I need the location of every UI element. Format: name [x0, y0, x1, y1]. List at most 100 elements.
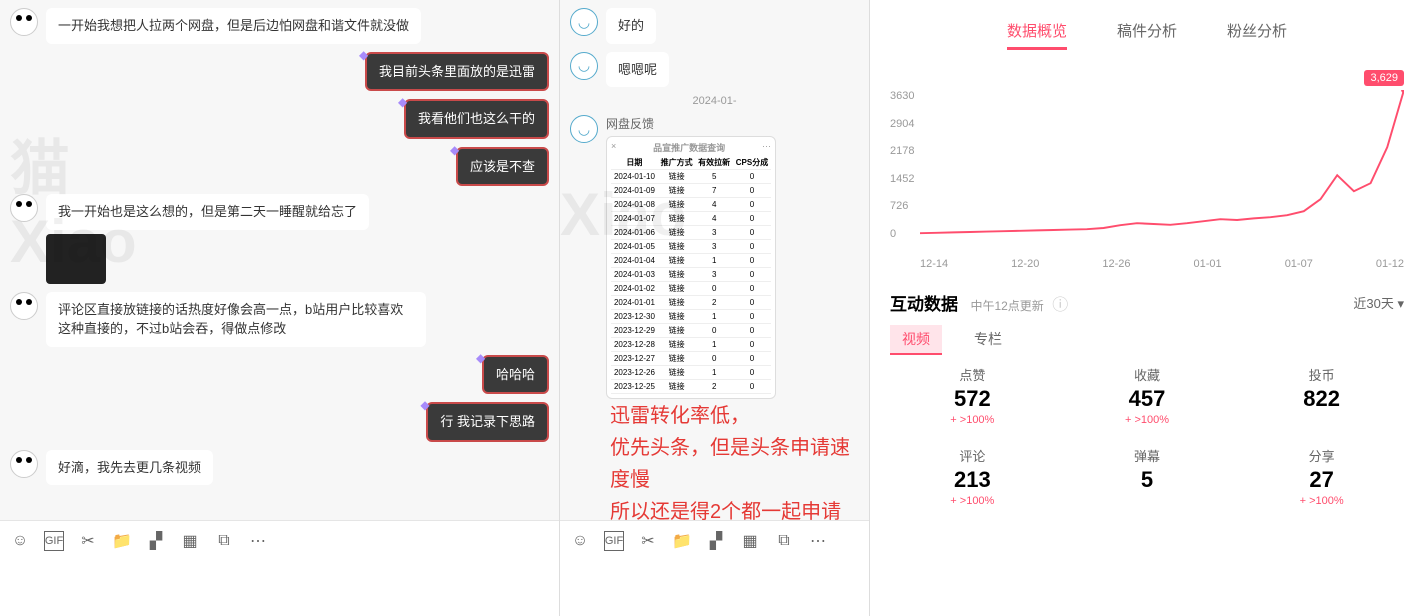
message-bubble: 好滴，我先去更几条视频 [46, 450, 213, 486]
avatar[interactable] [10, 292, 38, 320]
message-row: 我目前头条里面放的是迅雷◆ [10, 52, 549, 92]
message-row: 我看他们也这么干的◆ [10, 99, 549, 139]
period-selector[interactable]: 近30天 ▾ [1353, 293, 1404, 312]
stat-delta [1065, 495, 1230, 507]
emoji-icon[interactable]: ☺ [10, 531, 30, 551]
stat-label: 点赞 [890, 365, 1055, 384]
gif-icon[interactable]: GIF [604, 531, 624, 551]
section-header: 互动数据 中午12点更新 ⓘ 近30天 ▾ [890, 290, 1404, 315]
chat-body-2[interactable]: Xiao ◡ 好的 ◡ 嗯嗯呢 2024-01- ◡ 网盘反馈 ×品宣推广数据查… [560, 0, 869, 520]
message-bubble: 我看他们也这么干的◆ [404, 99, 549, 139]
message-bubble: 应该是不查◆ [456, 147, 549, 187]
table-row: 2024-01-10链接50 [611, 170, 771, 184]
stat-delta [1239, 414, 1404, 426]
chart-svg [920, 90, 1404, 235]
table-row: 2023-12-28链接10 [611, 338, 771, 352]
tab-data-overview[interactable]: 数据概览 [1007, 20, 1067, 50]
image-icon[interactable]: ▦ [740, 531, 760, 551]
data-table-card[interactable]: ×品宣推广数据查询··· 日期推广方式有效拉新CPS分成 2024-01-10链… [606, 136, 776, 399]
table-title: 品宣推广数据查询 [653, 141, 725, 154]
stat-item: 收藏457+ >100% [1065, 365, 1230, 426]
stat-item: 评论213+ >100% [890, 446, 1055, 507]
folder-icon[interactable]: 📁 [112, 531, 132, 551]
image-icon[interactable]: ▦ [180, 531, 200, 551]
info-icon[interactable]: ⓘ [1052, 297, 1068, 314]
table-row: 2024-01-03链接30 [611, 268, 771, 282]
message-bubble: 一开始我想把人拉两个网盘，但是后边怕网盘和谐文件就没做 [46, 8, 421, 44]
chat-panel-1: 猫Xiao 一开始我想把人拉两个网盘，但是后边怕网盘和谐文件就没做我目前头条里面… [0, 0, 560, 616]
subtab-column[interactable]: 专栏 [962, 325, 1014, 355]
line-chart[interactable]: 3,629 36302904217814527260 12-1412-2012-… [890, 70, 1404, 270]
tab-content-analysis[interactable]: 稿件分析 [1117, 20, 1177, 50]
chat-input-area-2[interactable] [560, 560, 869, 616]
table-row: 2023-12-27链接00 [611, 352, 771, 366]
message-image[interactable] [46, 234, 106, 284]
stat-value: 27 [1239, 467, 1404, 493]
chat-toolbar-2: ☺ GIF ✂ 📁 ▞ ▦ ⧉ ⋯ [560, 520, 869, 560]
message-row: 评论区直接放链接的话热度好像会高一点，b站用户比较喜欢这种直接的，不过b站会吞，… [10, 292, 549, 347]
stat-label: 收藏 [1065, 365, 1230, 384]
sticker-icon[interactable]: ▞ [706, 531, 726, 551]
table-row: 2024-01-07链接40 [611, 212, 771, 226]
section-title: 互动数据 [890, 295, 958, 314]
chat-toolbar-1: ☺ GIF ✂ 📁 ▞ ▦ ⧉ ⋯ [0, 520, 559, 560]
stat-label: 分享 [1239, 446, 1404, 465]
more-icon[interactable]: ··· [762, 141, 771, 156]
stat-label: 投币 [1239, 365, 1404, 384]
message-row: ◡ 网盘反馈 ×品宣推广数据查询··· 日期推广方式有效拉新CPS分成 2024… [570, 115, 859, 399]
stat-value: 5 [1065, 467, 1230, 493]
stat-delta: + >100% [890, 414, 1055, 426]
screenshot-icon[interactable]: ⧉ [774, 531, 794, 551]
table-row: 2024-01-04链接10 [611, 254, 771, 268]
close-icon[interactable]: × [611, 141, 616, 156]
table-header: CPS分成 [733, 156, 771, 170]
avatar[interactable]: ◡ [570, 52, 598, 80]
avatar[interactable]: ◡ [570, 115, 598, 143]
scissors-icon[interactable]: ✂ [638, 531, 658, 551]
subtab-video[interactable]: 视频 [890, 325, 942, 355]
chevron-down-icon: ▾ [1397, 296, 1404, 311]
message-row: 行 我记录下思路◆ [10, 402, 549, 442]
analytics-tabs: 数据概览 稿件分析 粉丝分析 [890, 20, 1404, 50]
feedback-label: 网盘反馈 [606, 115, 859, 132]
diamond-icon: ◆ [476, 349, 485, 367]
table-row: 2023-12-26链接10 [611, 366, 771, 380]
message-bubble: 我一开始也是这么想的，但是第二天一睡醒就给忘了 [46, 194, 369, 230]
avatar[interactable] [10, 450, 38, 478]
stat-item: 点赞 572 + >100% [890, 365, 1055, 426]
diamond-icon: ◆ [420, 396, 429, 414]
date-divider: 2024-01- [560, 95, 869, 107]
emoji-icon[interactable]: ☺ [570, 531, 590, 551]
table-header: 有效拉新 [695, 156, 733, 170]
tab-fans-analysis[interactable]: 粉丝分析 [1227, 20, 1287, 50]
scissors-icon[interactable]: ✂ [78, 531, 98, 551]
table-row: 2024-01-05链接30 [611, 240, 771, 254]
chat-body-1[interactable]: 猫Xiao 一开始我想把人拉两个网盘，但是后边怕网盘和谐文件就没做我目前头条里面… [0, 0, 559, 520]
folder-icon[interactable]: 📁 [672, 531, 692, 551]
section-subtitle: 中午12点更新 [970, 299, 1043, 313]
stat-value: 213 [890, 467, 1055, 493]
stats-grid: 点赞572+ >100%收藏457+ >100%投币822 评论213+ >10… [890, 365, 1404, 507]
avatar[interactable] [10, 8, 38, 36]
table-row: 2023-12-29链接00 [611, 324, 771, 338]
sticker-icon[interactable]: ▞ [146, 531, 166, 551]
table-row: 2023-12-25链接20 [611, 380, 771, 394]
table-row: 2023-12-30链接10 [611, 310, 771, 324]
stat-item: 分享27+ >100% [1239, 446, 1404, 507]
table-header: 推广方式 [658, 156, 696, 170]
avatar[interactable]: ◡ [570, 8, 598, 36]
chat-panel-2: Xiao ◡ 好的 ◡ 嗯嗯呢 2024-01- ◡ 网盘反馈 ×品宣推广数据查… [560, 0, 870, 616]
screenshot-icon[interactable]: ⧉ [214, 531, 234, 551]
analytics-panel: 数据概览 稿件分析 粉丝分析 3,629 3630290421781452726… [870, 0, 1424, 616]
chat-input-area-1[interactable] [0, 560, 559, 616]
message-row: 好滴，我先去更几条视频 [10, 450, 549, 486]
message-bubble: 行 我记录下思路◆ [426, 402, 549, 442]
table-row: 2024-01-08链接40 [611, 198, 771, 212]
more-icon[interactable]: ⋯ [248, 531, 268, 551]
stat-value: 572 [890, 386, 1055, 412]
avatar[interactable] [10, 194, 38, 222]
table-row: 2024-01-02链接00 [611, 282, 771, 296]
gif-icon[interactable]: GIF [44, 531, 64, 551]
table-row: 2024-01-09链接70 [611, 184, 771, 198]
more-icon[interactable]: ⋯ [808, 531, 828, 551]
